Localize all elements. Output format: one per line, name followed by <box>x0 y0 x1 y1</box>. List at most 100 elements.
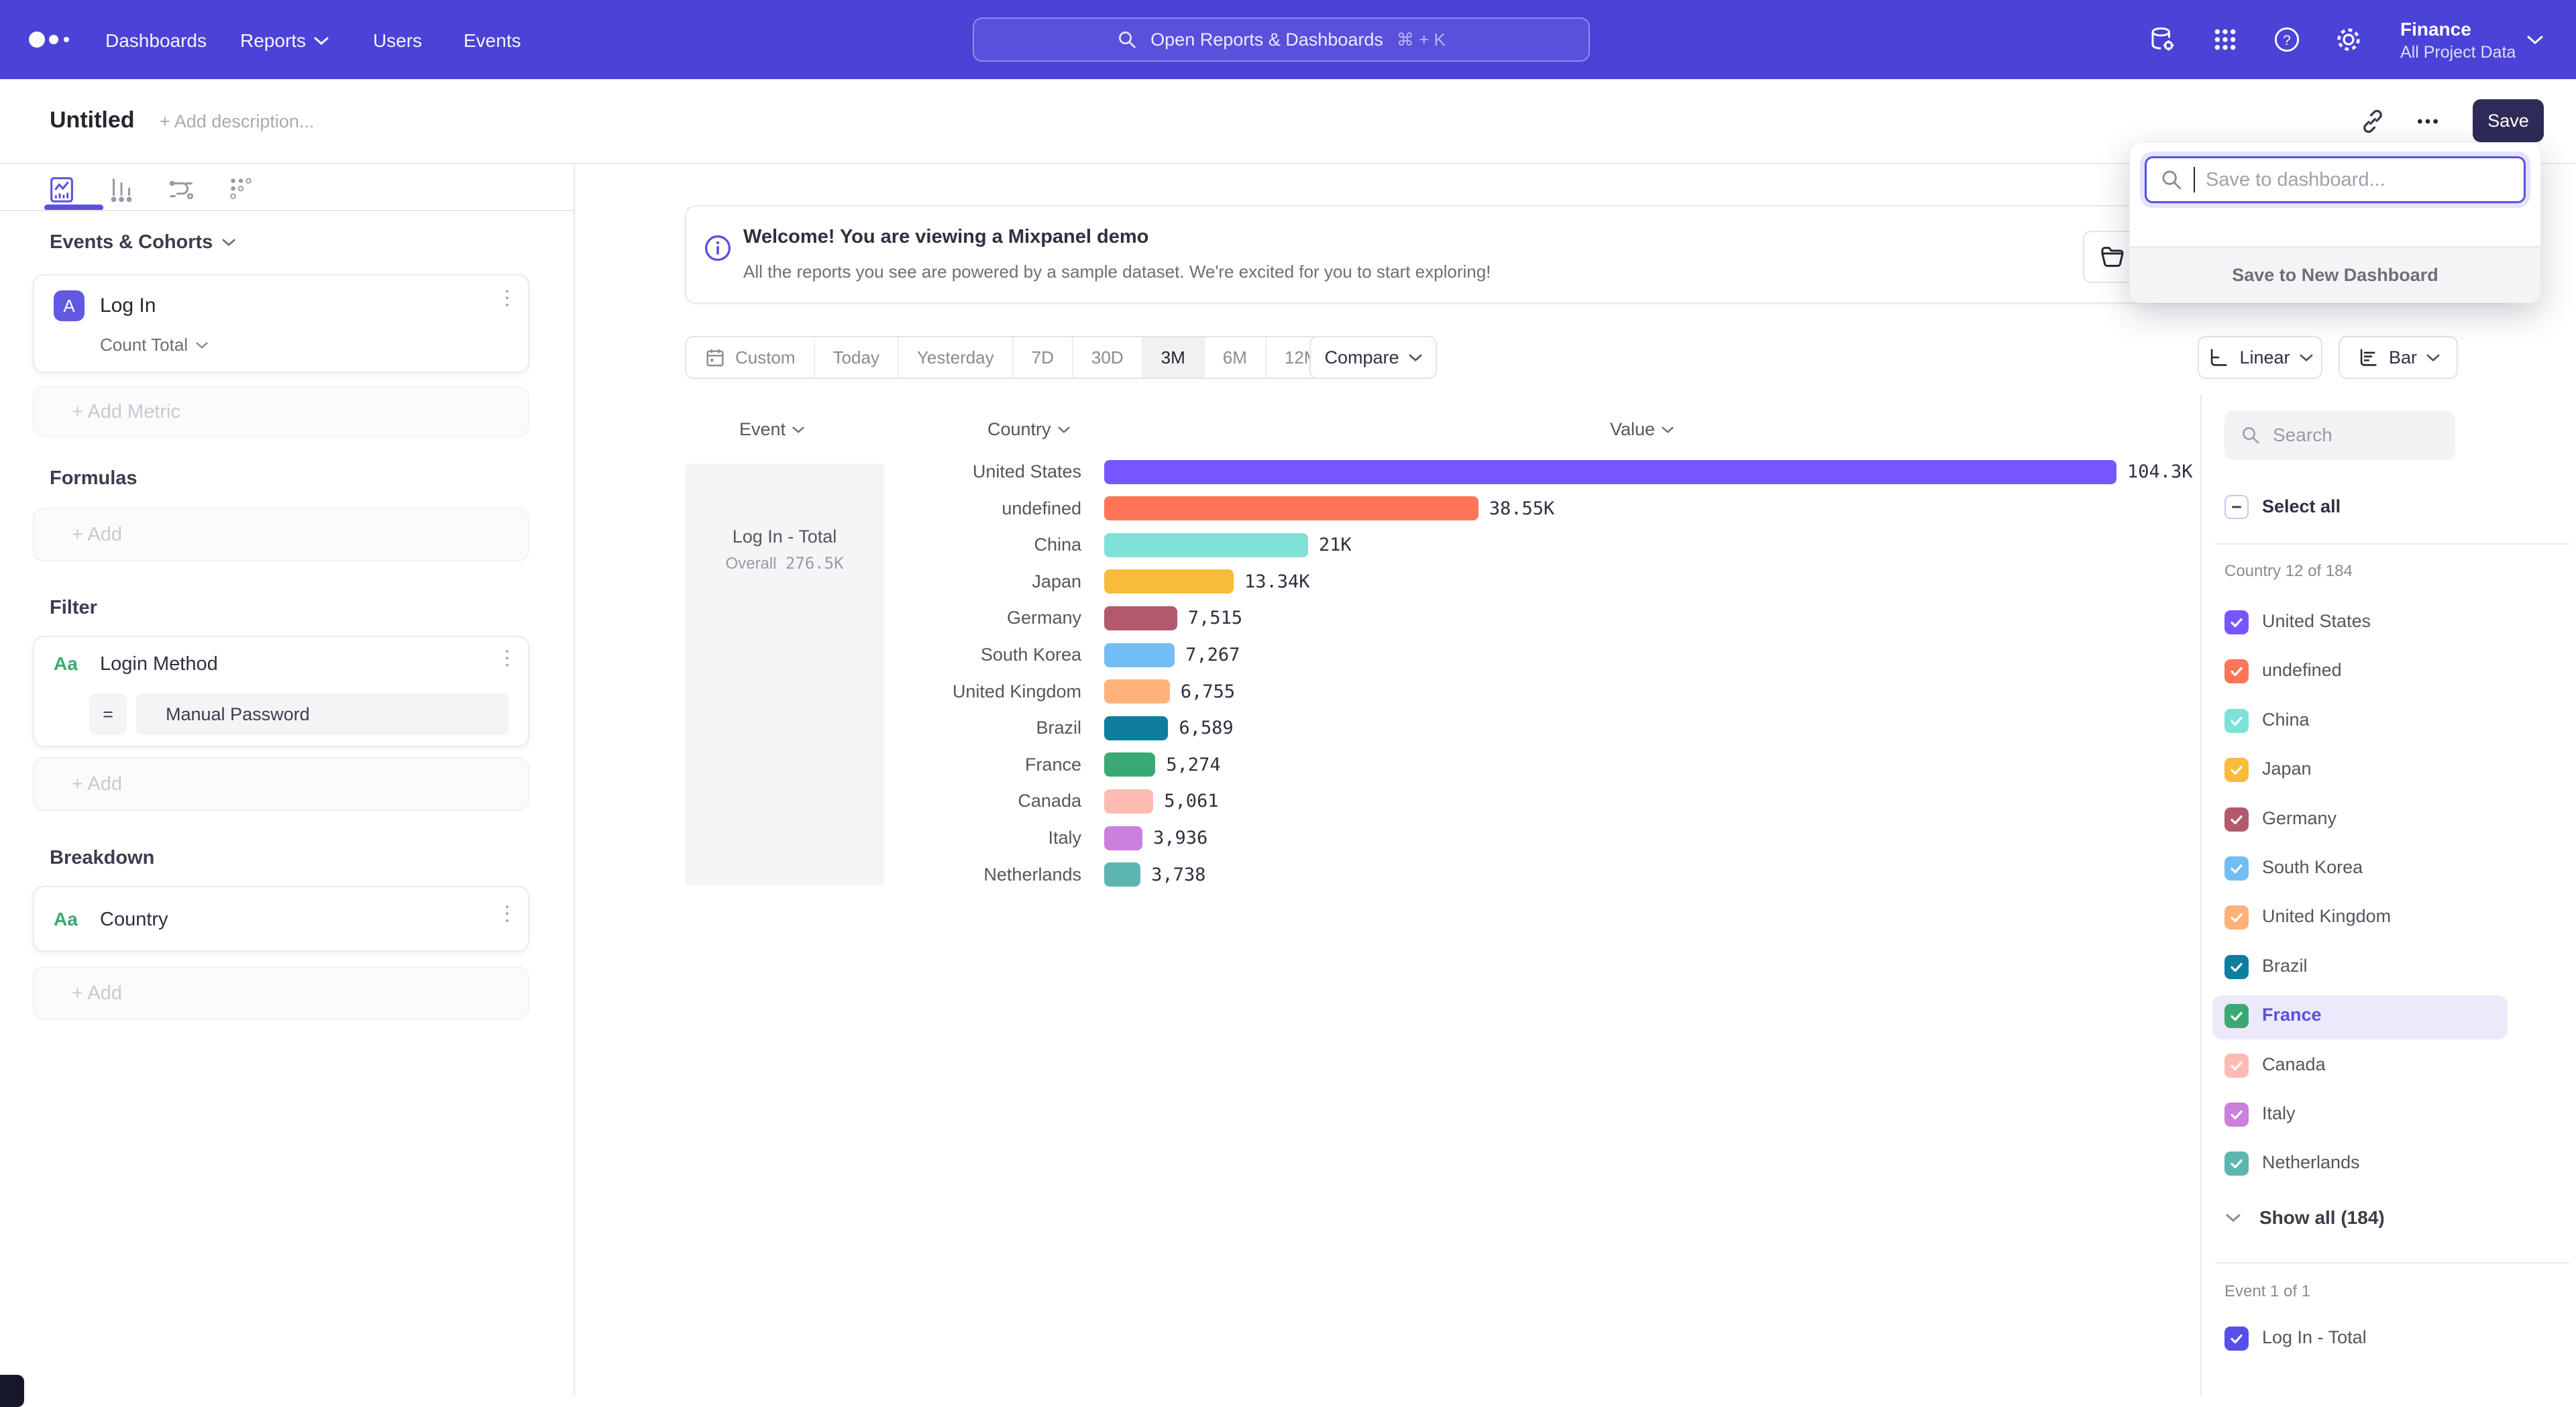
breakdown-kebab-icon[interactable]: ⋮ <box>497 910 511 918</box>
add-metric-button[interactable]: + Add Metric <box>33 386 529 437</box>
nav-reports[interactable]: Reports <box>240 30 329 52</box>
legend-checkbox-undefined[interactable] <box>2224 659 2249 683</box>
range-3m[interactable]: 3M <box>1143 337 1205 378</box>
legend-label-south-korea[interactable]: South Korea <box>2262 857 2363 878</box>
legend-checkbox-canada[interactable] <box>2224 1054 2249 1078</box>
bar[interactable] <box>1104 533 1308 557</box>
show-all-toggle[interactable]: Show all (184) <box>2226 1207 2385 1229</box>
more-options-icon[interactable] <box>2407 101 2449 142</box>
bar[interactable] <box>1104 789 1153 813</box>
range-7d[interactable]: 7D <box>1014 337 1073 378</box>
filter-value[interactable]: Manual Password <box>136 693 509 735</box>
bar[interactable] <box>1104 606 1177 630</box>
select-all-checkbox[interactable] <box>2224 495 2249 519</box>
save-to-new-dashboard-button[interactable]: Save to New Dashboard <box>2130 246 2540 303</box>
bar-value: 6,589 <box>1179 718 1233 738</box>
legend-checkbox-log-in---total[interactable] <box>2224 1327 2249 1351</box>
metric-kebab-icon[interactable]: ⋮ <box>497 294 511 302</box>
filter-property-name[interactable]: Login Method <box>100 653 218 675</box>
events-cohorts-header[interactable]: Events & Cohorts <box>50 231 235 254</box>
chevron-down-icon <box>1409 353 1422 362</box>
tab-flows-icon[interactable] <box>161 170 201 210</box>
filter-operator[interactable]: = <box>89 693 127 735</box>
legend-label-united-states[interactable]: United States <box>2262 611 2371 632</box>
legend-label-log-in---total[interactable]: Log In - Total <box>2262 1327 2367 1348</box>
legend-label-italy[interactable]: Italy <box>2262 1103 2296 1124</box>
nav-dashboards[interactable]: Dashboards <box>105 30 207 52</box>
nav-events[interactable]: Events <box>464 30 521 52</box>
legend-label-japan[interactable]: Japan <box>2262 758 2312 779</box>
legend-checkbox-south-korea[interactable] <box>2224 856 2249 881</box>
bar[interactable] <box>1104 643 1175 667</box>
range-6m[interactable]: 6M <box>1205 337 1267 378</box>
mixpanel-logo-icon[interactable] <box>28 30 75 50</box>
range-30d[interactable]: 30D <box>1073 337 1143 378</box>
legend-checkbox-united-states[interactable] <box>2224 610 2249 634</box>
chart-type-selector-bar[interactable]: Bar <box>2339 336 2458 379</box>
compare-button[interactable]: Compare <box>1309 336 1437 379</box>
add-breakdown-button[interactable]: + Add <box>33 966 529 1020</box>
save-button[interactable]: Save <box>2473 99 2544 142</box>
tab-funnels-icon[interactable] <box>101 170 142 210</box>
bar[interactable] <box>1104 716 1168 740</box>
legend-checkbox-brazil[interactable] <box>2224 955 2249 979</box>
metric-event-name[interactable]: Log In <box>100 294 156 317</box>
legend-checkbox-japan[interactable] <box>2224 758 2249 782</box>
legend-checkbox-china[interactable] <box>2224 709 2249 733</box>
legend-label-netherlands[interactable]: Netherlands <box>2262 1152 2360 1173</box>
bar[interactable] <box>1104 862 1140 887</box>
legend-label-canada[interactable]: Canada <box>2262 1054 2326 1075</box>
copy-link-icon[interactable] <box>2352 101 2394 142</box>
column-header-country[interactable]: Country <box>987 419 1070 440</box>
legend-label-brazil[interactable]: Brazil <box>2262 956 2308 976</box>
apps-grid-icon[interactable] <box>2210 24 2241 55</box>
project-switcher[interactable]: Finance All Project Data <box>2400 19 2516 62</box>
column-header-event[interactable]: Event <box>739 419 804 440</box>
column-header-value[interactable]: Value <box>1610 419 1674 440</box>
add-filter-button[interactable]: + Add <box>33 757 529 811</box>
legend-checkbox-germany[interactable] <box>2224 807 2249 832</box>
legend-checkbox-france[interactable] <box>2224 1004 2249 1028</box>
legend-checkbox-united-kingdom[interactable] <box>2224 905 2249 930</box>
add-formula-button[interactable]: + Add <box>33 508 529 561</box>
metric-aggregation[interactable]: Count Total <box>100 335 208 355</box>
corner-widget-partial[interactable] <box>0 1375 24 1407</box>
bar[interactable] <box>1104 679 1170 704</box>
range-custom[interactable]: Custom <box>686 337 815 378</box>
legend-checkbox-italy[interactable] <box>2224 1103 2249 1127</box>
global-search-input[interactable]: Open Reports & Dashboards ⌘ + K <box>973 17 1590 62</box>
legend-label-undefined[interactable]: undefined <box>2262 660 2342 681</box>
scale-selector-linear[interactable]: Linear <box>2198 336 2322 379</box>
filter-card-login-method[interactable]: Aa Login Method ⋮ = Manual Password <box>33 636 529 747</box>
data-management-icon[interactable] <box>2147 24 2178 55</box>
chevron-down-icon <box>2426 353 2440 362</box>
help-icon[interactable]: ? <box>2271 24 2302 55</box>
save-to-dashboard-input[interactable]: Save to dashboard... <box>2145 156 2526 203</box>
bar[interactable] <box>1104 752 1155 777</box>
legend-label-china[interactable]: China <box>2262 710 2310 730</box>
legend-label-united-kingdom[interactable]: United Kingdom <box>2262 906 2391 927</box>
legend-label-germany[interactable]: Germany <box>2262 808 2337 829</box>
add-description[interactable]: + Add description... <box>160 111 314 132</box>
report-title[interactable]: Untitled <box>50 107 135 133</box>
range-yesterday[interactable]: Yesterday <box>899 337 1014 378</box>
breakdown-property-name[interactable]: Country <box>100 909 168 931</box>
bar[interactable] <box>1104 460 2116 484</box>
select-all-label[interactable]: Select all <box>2262 496 2341 517</box>
tab-insights-icon[interactable] <box>42 170 82 210</box>
bar[interactable] <box>1104 826 1142 850</box>
metric-card-log-in[interactable]: A Log In ⋮ Count Total <box>33 274 529 373</box>
legend-search-input[interactable]: Search <box>2224 410 2455 460</box>
settings-gear-icon[interactable] <box>2333 24 2364 55</box>
bar[interactable] <box>1104 496 1479 520</box>
breakdown-card-country[interactable]: Aa Country ⋮ <box>33 886 529 952</box>
event-series-cell[interactable]: Log In - Total Overall 276.5K <box>685 463 884 886</box>
nav-users[interactable]: Users <box>373 30 422 52</box>
tab-retention-icon[interactable] <box>221 170 261 210</box>
filter-kebab-icon[interactable]: ⋮ <box>497 655 511 663</box>
bar[interactable] <box>1104 569 1234 594</box>
range-today[interactable]: Today <box>815 337 899 378</box>
legend-label-france[interactable]: France <box>2262 1005 2322 1025</box>
project-chevron-icon[interactable] <box>2526 35 2544 46</box>
legend-checkbox-netherlands[interactable] <box>2224 1151 2249 1176</box>
